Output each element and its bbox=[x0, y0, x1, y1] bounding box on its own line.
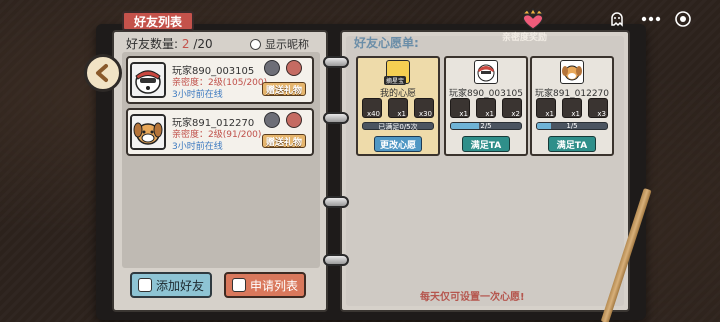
wish-item-slot[interactable]: x1 bbox=[476, 98, 496, 118]
friend-count: 好友数量: 2 /20 bbox=[126, 37, 213, 51]
heart-crown-icon bbox=[521, 8, 545, 30]
dog-avatar-icon bbox=[132, 116, 164, 148]
friend-online-status: 3小时前在线 bbox=[172, 142, 223, 152]
request-list-label: 申请列表 bbox=[249, 278, 298, 293]
friend-avatar[interactable] bbox=[130, 114, 166, 150]
dog-avatar-icon bbox=[132, 64, 164, 96]
spiral-ring bbox=[323, 254, 349, 266]
close-mini-program-icon[interactable] bbox=[670, 6, 696, 32]
delete-friend-icon[interactable] bbox=[264, 60, 280, 76]
wish-item-slot[interactable]: x1 bbox=[562, 98, 582, 118]
spiral-ring bbox=[323, 112, 349, 124]
friend-count-current: 2 bbox=[181, 37, 190, 51]
wish-item-slot[interactable]: x2 bbox=[502, 98, 522, 118]
ghost-icon[interactable] bbox=[604, 6, 630, 32]
show-remark-label: 显示昵称 bbox=[265, 38, 309, 51]
intimacy-reward-button[interactable] bbox=[516, 8, 550, 30]
back-button[interactable] bbox=[84, 54, 122, 92]
delete-friend-icon[interactable] bbox=[264, 112, 280, 128]
spiral-ring bbox=[323, 196, 349, 208]
send-gift-button[interactable]: 赠送礼物 bbox=[262, 82, 306, 96]
gift-box-icon[interactable] bbox=[286, 60, 302, 76]
wish-progress-text: 2/5 bbox=[480, 122, 492, 130]
show-remark-toggle[interactable]: 显示昵称 bbox=[250, 36, 309, 52]
send-gift-button[interactable]: 赠送礼物 bbox=[262, 134, 306, 148]
fulfill-wish-button[interactable]: 满足TA bbox=[462, 136, 510, 152]
wish-item-slot[interactable]: x1 bbox=[450, 98, 470, 118]
wish-item-slot[interactable]: x40 bbox=[362, 98, 382, 118]
add-friend-button[interactable]: 添加好友 bbox=[130, 272, 212, 298]
back-arrow-icon bbox=[96, 64, 108, 82]
request-list-button[interactable]: 申请列表 bbox=[224, 272, 306, 298]
radio-icon[interactable] bbox=[250, 38, 261, 50]
spiral-ring bbox=[323, 56, 349, 68]
friend-online-status: 3小时前在线 bbox=[172, 90, 223, 100]
friend-avatar[interactable] bbox=[130, 62, 166, 98]
more-options-icon[interactable] bbox=[638, 6, 664, 32]
wish-item-slot[interactable]: x30 bbox=[414, 98, 434, 118]
daily-wish-notice: 每天仅可设置一次心愿! bbox=[420, 292, 525, 303]
wish-avatar bbox=[474, 60, 498, 84]
gift-box-icon[interactable] bbox=[286, 112, 302, 128]
wish-item-slot[interactable]: x1 bbox=[536, 98, 556, 118]
request-list-icon bbox=[231, 278, 246, 292]
add-user-icon bbox=[137, 278, 152, 292]
add-friend-label: 添加好友 bbox=[155, 278, 204, 293]
dog-avatar-icon bbox=[477, 64, 495, 82]
wish-progress-text: 1/5 bbox=[566, 122, 578, 130]
friend-list-tab: 好友列表 bbox=[122, 11, 194, 31]
wishlist-title: 好友心愿单: bbox=[354, 36, 419, 50]
intimacy-reward-label: 亲密度奖励 bbox=[502, 33, 548, 43]
wish-badge: 摘星宝 bbox=[384, 76, 407, 85]
wish-avatar bbox=[560, 60, 584, 84]
wish-item-slot[interactable]: x3 bbox=[588, 98, 608, 118]
dog-avatar-icon bbox=[562, 65, 582, 81]
wish-item-slot[interactable]: x1 bbox=[388, 98, 408, 118]
fulfill-wish-button[interactable]: 满足TA bbox=[548, 136, 596, 152]
friend-count-max: /20 bbox=[193, 37, 213, 51]
change-wish-button[interactable]: 更改心愿 bbox=[374, 136, 422, 152]
wish-progress-text: 已满足0/5次 bbox=[378, 123, 418, 131]
